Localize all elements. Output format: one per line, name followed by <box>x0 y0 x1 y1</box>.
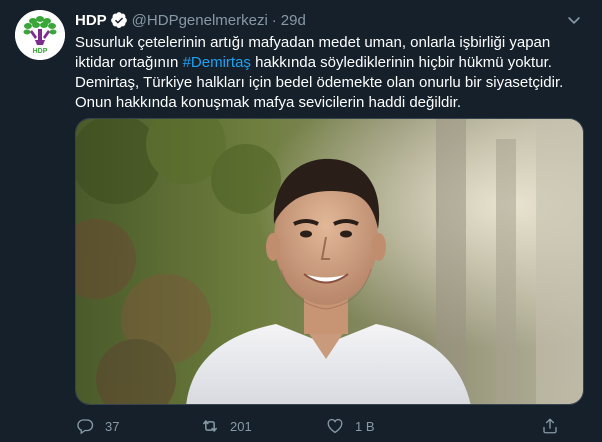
avatar[interactable]: HDP <box>15 10 65 60</box>
tweet-text-line: Demirtaş, Türkiye halkları için bedel öd… <box>75 74 564 91</box>
like-count: 1 B <box>355 418 375 434</box>
tweet-header: HDP @HDPgenelmerkezi · 29d <box>75 10 306 30</box>
tweet-actions: 37 201 1 B <box>75 414 580 438</box>
tweet-text-line: Susurluk çetelerinin artığı mafyadan med… <box>75 34 551 51</box>
chevron-down-icon <box>568 17 580 24</box>
account-handle[interactable]: @HDPgenelmerkezi <box>132 12 268 29</box>
tweet-text-line: iktidar ortağının #Demirtaş hakkında söy… <box>75 53 580 73</box>
verified-badge-icon <box>110 11 128 29</box>
hashtag-link[interactable]: #Demirtaş <box>183 54 251 71</box>
tweet-text-line: Onun hakkında konuşmak mafya sevicilerin… <box>75 94 462 111</box>
hdp-logo-icon: HDP <box>15 10 65 60</box>
tweet-text-segment: hakkında söylediklerinin hiçbir hükmü yo… <box>250 54 552 71</box>
reply-icon <box>75 416 95 436</box>
share-icon <box>540 416 560 436</box>
portrait-photo <box>76 119 583 404</box>
tweet-timestamp[interactable]: 29d <box>281 12 306 29</box>
heart-icon <box>325 416 345 436</box>
separator-dot: · <box>271 11 277 29</box>
tweet[interactable]: HDP HDP @HDPgenelmerkezi · 29d Susurluk … <box>0 0 602 442</box>
tweet-text: Susurluk çetelerinin artığı mafyadan med… <box>75 33 580 113</box>
avatar-label: HDP <box>33 48 48 55</box>
more-options-button[interactable] <box>562 8 586 32</box>
tweet-media-photo[interactable] <box>75 118 584 405</box>
reply-button[interactable]: 37 <box>75 416 200 436</box>
reply-count: 37 <box>105 418 120 434</box>
retweet-button[interactable]: 201 <box>200 416 325 436</box>
retweet-icon <box>200 416 220 436</box>
retweet-count: 201 <box>230 418 252 434</box>
tweet-text-segment: iktidar ortağının <box>75 54 183 71</box>
share-button[interactable] <box>540 416 580 436</box>
account-name[interactable]: HDP <box>75 12 107 29</box>
like-button[interactable]: 1 B <box>325 416 450 436</box>
